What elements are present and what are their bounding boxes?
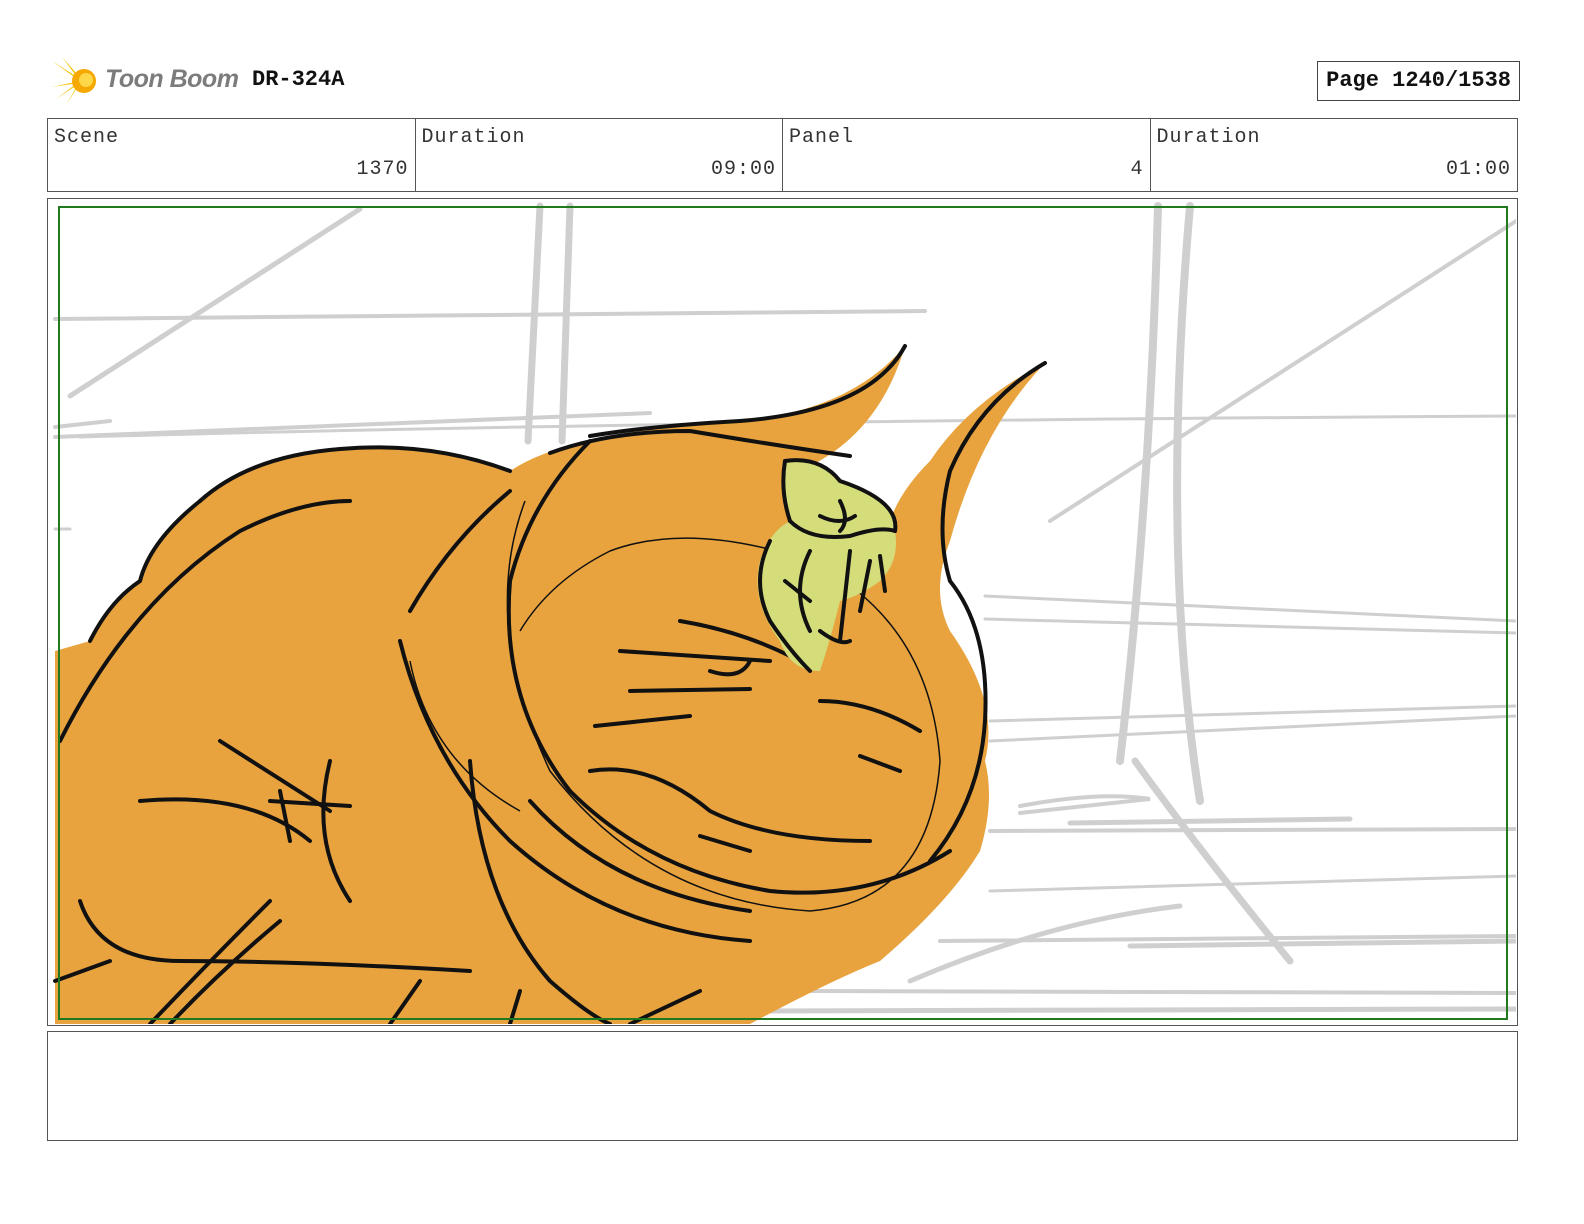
storyboard-panel [47,198,1518,1026]
panel-value: 4 [1130,158,1144,181]
scene-duration-value: 09:00 [710,158,776,181]
project-id: DR-324A [252,67,345,92]
creature [53,344,1047,1024]
panel-duration-value: 01:00 [1445,158,1511,181]
scene-cell: Scene 1370 [48,119,416,191]
panel-cell: Panel 4 [783,119,1151,191]
panel-duration-label: Duration [1156,126,1261,149]
toon-boom-logo: Toon Boom [50,55,240,107]
page-number: Page 1240/1538 [1317,61,1520,101]
storyboard-header: Toon Boom DR-324A Page 1240/1538 [50,55,1520,107]
panel-notes-box[interactable] [47,1031,1518,1141]
starburst-logo-icon [50,57,96,105]
panel-info-table: Scene 1370 Duration 09:00 Panel 4 Durati… [47,118,1518,192]
scene-duration-cell: Duration 09:00 [416,119,783,191]
panel-drawing [53,202,1516,1024]
scene-value: 1370 [356,158,409,181]
scene-label: Scene [54,126,120,149]
logo-wordmark: Toon Boom [105,65,239,93]
panel-duration-cell: Duration 01:00 [1151,119,1518,191]
scene-duration-label: Duration [421,126,526,149]
panel-label: Panel [789,126,855,149]
